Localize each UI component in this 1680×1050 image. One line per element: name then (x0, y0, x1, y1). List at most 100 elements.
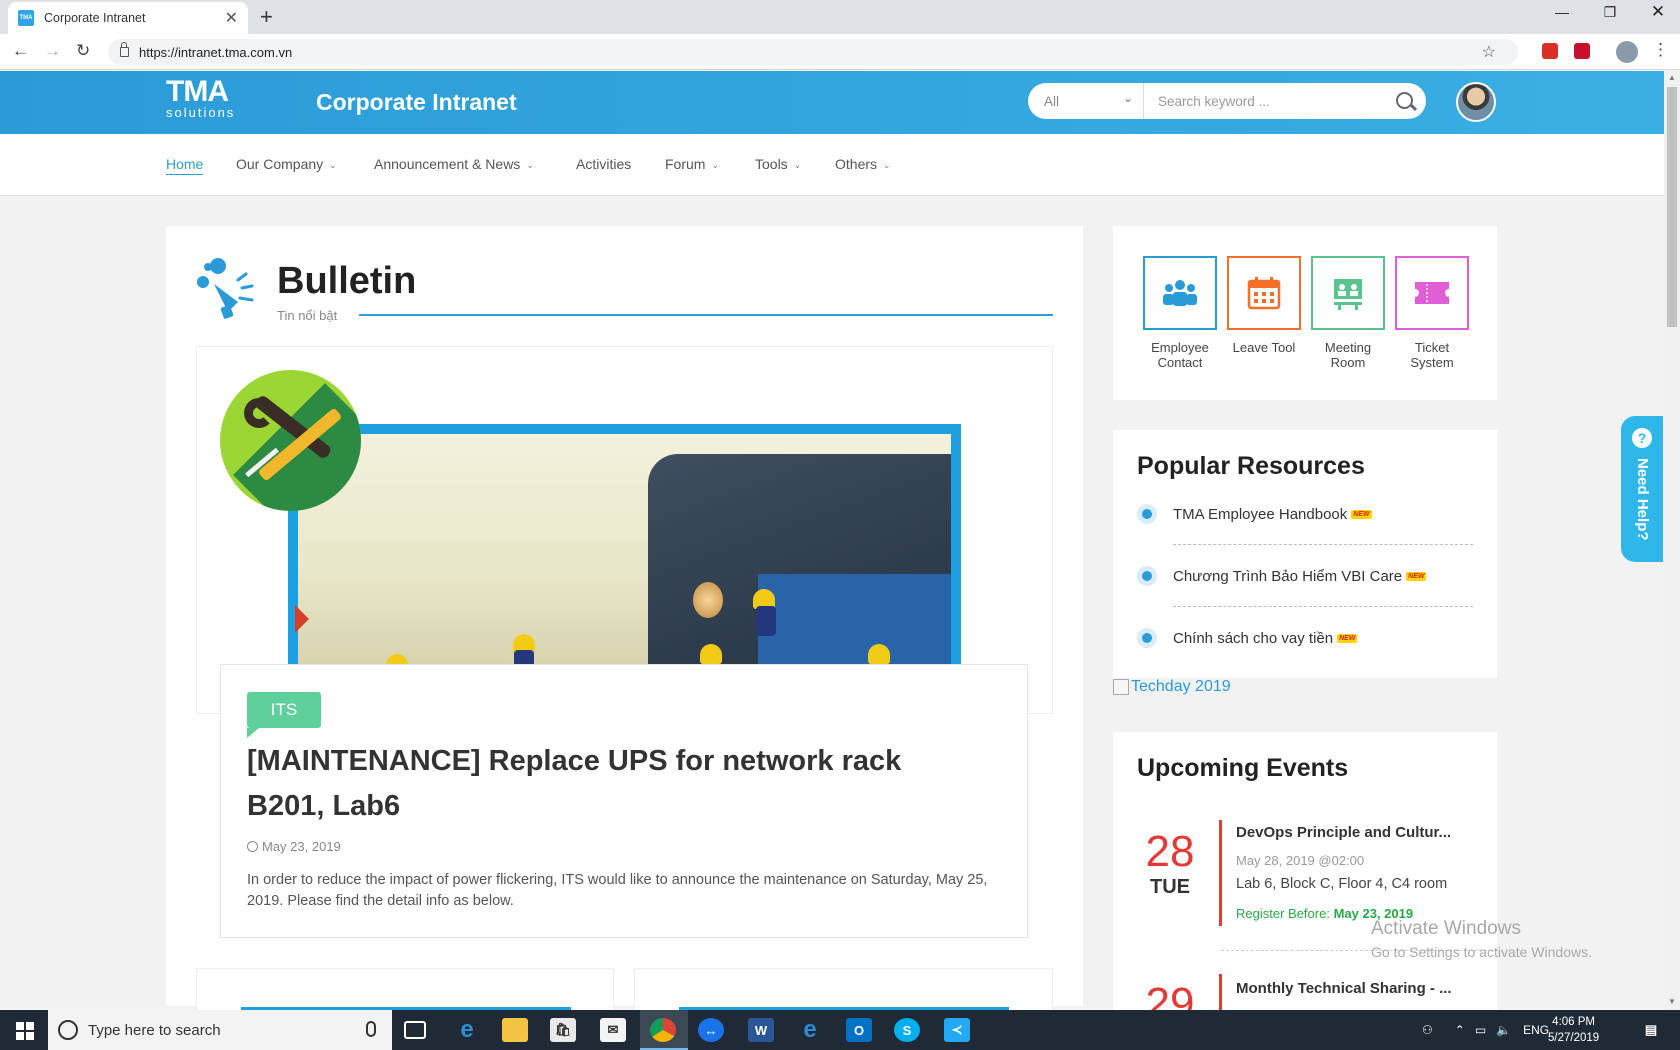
chrome-icon[interactable] (650, 1018, 676, 1042)
article-summary[interactable]: ITS [MAINTENANCE] Replace UPS for networ… (220, 664, 1028, 938)
mcafee-icon[interactable] (1574, 43, 1590, 59)
volume-icon[interactable]: 🔈 (1496, 1023, 1511, 1037)
nav-announcement-news[interactable]: Announcement & News ⌄ (374, 156, 534, 172)
notification-icon[interactable]: ▤ (1640, 1018, 1662, 1042)
search-icon[interactable] (1386, 83, 1426, 119)
popular-resources-title: Popular Resources (1137, 452, 1365, 480)
reload-icon[interactable]: ↻ (76, 41, 90, 61)
megaphone-icon (197, 258, 254, 319)
scroll-down-icon[interactable]: ▼ (1668, 997, 1676, 1006)
outlook-icon[interactable]: O (846, 1018, 872, 1042)
event-date: 29 (1145, 979, 1195, 1011)
microphone-icon[interactable] (366, 1021, 376, 1037)
new-badge: NEW (1337, 633, 1358, 643)
windows-taskbar: Type here to search e 🛍 ✉ ↔ W e O S ≺ ⚇ … (0, 1010, 1680, 1050)
nav-tools[interactable]: Tools ⌄ (755, 156, 801, 172)
extension-icon[interactable] (1542, 43, 1558, 59)
nav-others[interactable]: Others ⌄ (835, 156, 891, 172)
lock-icon (120, 42, 129, 57)
tma-logo[interactable]: TMA solutions (166, 77, 235, 121)
need-help-button[interactable]: ? Need Help? (1621, 416, 1663, 562)
network-icon[interactable]: ▭ (1475, 1023, 1486, 1037)
event-item[interactable]: DevOps Principle and Cultur... May 28, 2… (1236, 824, 1476, 921)
new-tab-button[interactable]: + (260, 4, 273, 30)
word-icon[interactable]: W (748, 1018, 774, 1042)
browser-tab[interactable]: TMA Corporate Intranet ✕ (8, 2, 248, 34)
clock-icon (247, 841, 258, 852)
profile-avatar-icon[interactable] (1616, 41, 1638, 63)
restore-icon[interactable]: ❐ (1588, 4, 1632, 21)
close-window-icon[interactable]: ✕ (1636, 2, 1680, 22)
new-badge: NEW (1351, 509, 1372, 519)
task-view-icon[interactable] (404, 1021, 426, 1039)
worker-figure (514, 650, 534, 664)
vscode-icon[interactable]: ≺ (944, 1018, 970, 1042)
language-indicator[interactable]: ENG (1523, 1023, 1549, 1037)
resource-item[interactable]: TMA Employee Handbook NEW (1137, 483, 1473, 545)
internet-explorer-icon[interactable]: e (797, 1016, 823, 1043)
url-field[interactable]: https://intranet.tma.com.vn ☆ (108, 39, 1518, 65)
address-bar: ← → ↻ https://intranet.tma.com.vn ☆ ⋮ (0, 34, 1680, 70)
techday-banner[interactable]: Techday 2019 (1113, 678, 1231, 696)
url-text: https://intranet.tma.com.vn (139, 44, 293, 60)
nav-home[interactable]: Home (166, 156, 204, 175)
forward-icon[interactable]: → (44, 41, 61, 61)
event-name[interactable]: DevOps Principle and Cultur... (1236, 824, 1476, 841)
article-title[interactable]: [MAINTENANCE] Replace UPS for network ra… (247, 739, 947, 829)
popular-resources-panel: Popular Resources TMA Employee Handbook … (1113, 430, 1497, 678)
scroll-thumb[interactable] (1667, 87, 1677, 327)
resource-item[interactable]: Chương Trình Bảo Hiểm VBI Care NEW (1137, 545, 1473, 607)
resource-item[interactable]: Chính sách cho vay tiền NEW (1137, 607, 1473, 669)
store-icon[interactable]: 🛍 (550, 1018, 576, 1042)
worker-figure (700, 644, 722, 664)
browser-menu-icon[interactable]: ⋮ (1652, 40, 1669, 60)
new-badge: NEW (1406, 571, 1427, 581)
calendar-icon (1227, 256, 1301, 330)
category-tag[interactable]: ITS (247, 692, 321, 738)
chevron-down-icon: ⌄ (883, 160, 891, 170)
system-tray: ⚇ ⌃ ▭ 🔈 ENG (1422, 1010, 1549, 1050)
nav-forum[interactable]: Forum ⌄ (665, 156, 719, 172)
chevron-down-icon: ⌄ (1122, 91, 1133, 105)
device-port (758, 574, 951, 664)
event-name[interactable]: Monthly Technical Sharing - ... (1236, 980, 1476, 997)
search-scope-select[interactable]: All ⌄ (1028, 83, 1144, 119)
device-light (693, 582, 723, 618)
search-input[interactable] (1144, 93, 1386, 109)
taskbar-clock[interactable]: 4:06 PM 5/27/2019 (1548, 1014, 1599, 1046)
people-icon[interactable]: ⚇ (1422, 1023, 1433, 1037)
edge-icon[interactable]: e (454, 1016, 480, 1043)
file-explorer-icon[interactable] (502, 1018, 528, 1042)
people-icon (1143, 256, 1217, 330)
mail-icon[interactable]: ✉ (600, 1018, 626, 1042)
event-accent-bar (1219, 974, 1222, 1010)
event-date: 28 TUE (1145, 827, 1195, 899)
windows-start-icon[interactable] (0, 1010, 48, 1050)
hero-photo (298, 434, 951, 664)
taskbar-search[interactable]: Type here to search (48, 1010, 392, 1050)
page-scrollbar[interactable]: ▲ ▼ (1664, 71, 1680, 1010)
skype-icon[interactable]: S (894, 1018, 920, 1042)
chevron-down-icon: ⌄ (711, 160, 719, 170)
event-location: Lab 6, Block C, Floor 4, C4 room (1236, 876, 1448, 892)
chevron-up-icon[interactable]: ⌃ (1455, 1023, 1465, 1037)
broken-image-icon (1113, 679, 1129, 695)
article-hero-image[interactable] (288, 424, 961, 664)
bulletin-subtitle: Tin nổi bật (277, 308, 338, 323)
teamviewer-icon[interactable]: ↔ (698, 1018, 724, 1042)
tool-ticket-system[interactable]: Ticket System (1395, 256, 1469, 370)
tool-leave[interactable]: Leave Tool (1227, 256, 1301, 355)
bullet-icon (1137, 628, 1157, 648)
back-icon[interactable]: ← (12, 41, 29, 61)
tool-meeting-room[interactable]: Meeting Room (1311, 256, 1385, 370)
user-avatar[interactable] (1456, 82, 1496, 122)
event-item[interactable]: Monthly Technical Sharing - ... (1236, 980, 1476, 997)
nav-activities[interactable]: Activities (576, 156, 631, 172)
minimize-icon[interactable]: — (1540, 4, 1584, 20)
scroll-up-icon[interactable]: ▲ (1668, 73, 1676, 82)
browser-tab-strip: TMA Corporate Intranet ✕ + — ❐ ✕ (0, 0, 1680, 34)
tool-employee-contact[interactable]: Employee Contact (1143, 256, 1217, 370)
bookmark-star-icon[interactable]: ☆ (1482, 42, 1496, 62)
close-tab-icon[interactable]: ✕ (225, 8, 238, 28)
nav-our-company[interactable]: Our Company ⌄ (236, 156, 337, 172)
